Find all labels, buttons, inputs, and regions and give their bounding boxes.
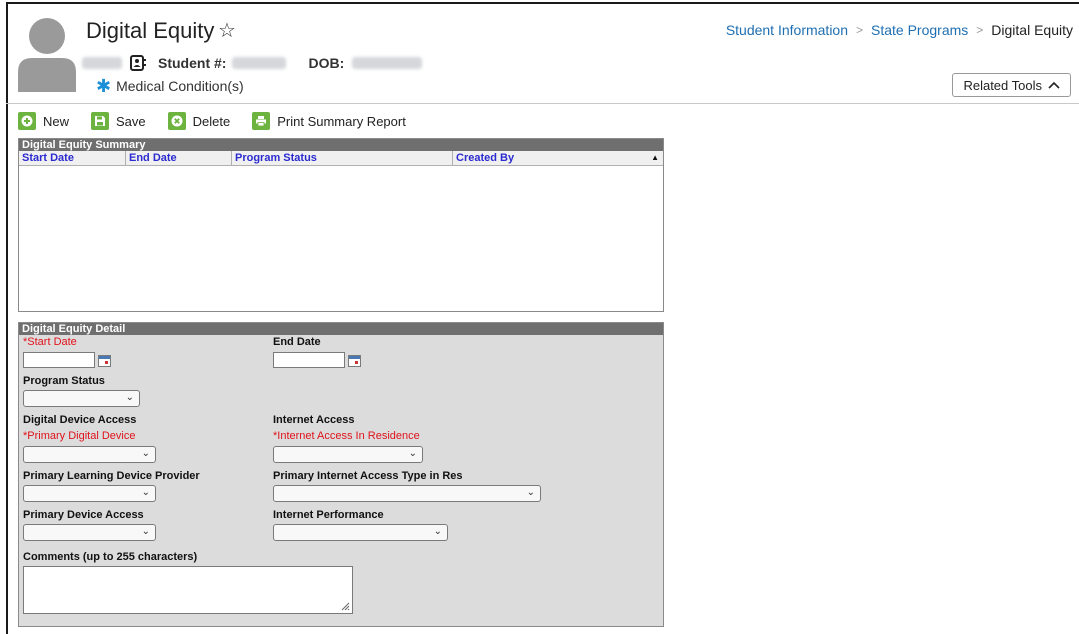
- print-button-label: Print Summary Report: [277, 113, 406, 129]
- chevron-down-icon: ⌄: [433, 526, 442, 537]
- chevron-right-icon: >: [856, 23, 864, 37]
- calendar-icon[interactable]: [98, 355, 111, 367]
- new-button[interactable]: New: [18, 112, 69, 130]
- dob-redacted: [352, 57, 423, 69]
- internet-performance-label: Internet Performance: [273, 509, 384, 521]
- student-number-redacted: [232, 57, 287, 69]
- primary-internet-access-type-label: Primary Internet Access Type in Res: [273, 470, 463, 482]
- chevron-down-icon: ⌄: [141, 487, 150, 498]
- save-button-label: Save: [116, 113, 146, 129]
- internet-access-heading: Internet Access: [273, 414, 355, 426]
- student-photo-placeholder: [18, 18, 76, 92]
- medical-conditions-link[interactable]: ✱ Medical Condition(s): [96, 76, 244, 96]
- comments-textarea[interactable]: [23, 566, 353, 614]
- summary-title: Digital Equity Summary: [19, 139, 663, 151]
- related-tools-button[interactable]: Related Tools: [952, 73, 1071, 97]
- summary-column-headers: Start Date End Date Program Status Creat…: [19, 151, 663, 166]
- delete-button-label: Delete: [192, 113, 231, 129]
- breadcrumb-current: Digital Equity: [991, 22, 1073, 38]
- primary-digital-device-select[interactable]: ⌄: [23, 446, 156, 463]
- breadcrumb-state-programs[interactable]: State Programs: [871, 22, 968, 38]
- chevron-right-icon: >: [976, 23, 984, 37]
- resize-grip-icon[interactable]: [340, 601, 350, 611]
- chevron-up-icon: [1048, 81, 1060, 89]
- primary-device-access-label: Primary Device Access: [23, 509, 144, 521]
- program-status-select[interactable]: ⌄: [23, 390, 140, 407]
- primary-digital-device-label: *Primary Digital Device: [23, 430, 136, 442]
- chevron-down-icon: ⌄: [408, 448, 417, 459]
- digital-equity-summary-panel: Digital Equity Summary Start Date End Da…: [18, 138, 664, 312]
- column-header-created-by[interactable]: Created By ▲: [453, 151, 663, 165]
- comments-label: Comments (up to 255 characters): [23, 551, 198, 563]
- sort-ascending-icon: ▲: [651, 153, 659, 162]
- plus-icon: [18, 112, 36, 130]
- primary-device-access-select[interactable]: ⌄: [23, 524, 156, 541]
- column-header-program-status[interactable]: Program Status: [232, 151, 453, 165]
- breadcrumb-student-information[interactable]: Student Information: [726, 22, 848, 38]
- breadcrumb: Student Information > State Programs > D…: [726, 22, 1073, 38]
- save-icon: [91, 112, 110, 130]
- medical-conditions-label: Medical Condition(s): [116, 78, 244, 94]
- program-status-label: Program Status: [23, 375, 105, 387]
- column-header-start-date[interactable]: Start Date: [19, 151, 126, 165]
- primary-learning-device-provider-select[interactable]: ⌄: [23, 485, 156, 502]
- primary-learning-device-provider-label: Primary Learning Device Provider: [23, 470, 200, 482]
- internet-performance-select[interactable]: ⌄: [273, 524, 448, 541]
- star-icon[interactable]: ☆: [218, 18, 236, 43]
- delete-icon: [167, 112, 186, 130]
- digital-equity-detail-panel: Digital Equity Detail *Start Date End Da…: [18, 322, 664, 627]
- internet-access-in-residence-label: *Internet Access In Residence: [273, 430, 420, 442]
- primary-internet-access-type-select[interactable]: ⌄: [273, 485, 541, 502]
- print-summary-report-button[interactable]: Print Summary Report: [252, 112, 406, 130]
- internet-access-in-residence-select[interactable]: ⌄: [273, 446, 423, 463]
- digital-device-access-heading: Digital Device Access: [23, 414, 137, 426]
- dob-label: DOB:: [308, 55, 345, 71]
- end-date-input[interactable]: [273, 352, 345, 368]
- delete-button[interactable]: Delete: [167, 112, 231, 130]
- end-date-label: End Date: [273, 336, 321, 348]
- calendar-icon[interactable]: [348, 355, 361, 367]
- student-number-label: Student #:: [158, 55, 227, 71]
- column-header-end-date[interactable]: End Date: [126, 151, 232, 165]
- detail-title: Digital Equity Detail: [19, 323, 663, 335]
- medical-asterisk-icon: ✱: [96, 76, 112, 96]
- header-divider: [6, 103, 1079, 104]
- student-name-redacted: [82, 57, 122, 69]
- related-tools-label: Related Tools: [963, 77, 1042, 93]
- printer-icon: [252, 112, 271, 130]
- start-date-input[interactable]: [23, 352, 95, 368]
- chevron-down-icon: ⌄: [125, 392, 134, 403]
- student-info-line: Student #: DOB:: [82, 52, 423, 74]
- page-title: Digital Equity: [86, 18, 215, 43]
- start-date-label: *Start Date: [23, 336, 77, 348]
- created-by-label: Created By: [456, 152, 515, 164]
- save-button[interactable]: Save: [91, 112, 146, 130]
- chevron-down-icon: ⌄: [141, 526, 150, 537]
- action-toolbar: New Save Delete Print Summary Report: [18, 110, 424, 132]
- chevron-down-icon: ⌄: [526, 487, 535, 498]
- new-button-label: New: [43, 113, 70, 129]
- id-card-icon[interactable]: [130, 55, 146, 71]
- chevron-down-icon: ⌄: [141, 448, 150, 459]
